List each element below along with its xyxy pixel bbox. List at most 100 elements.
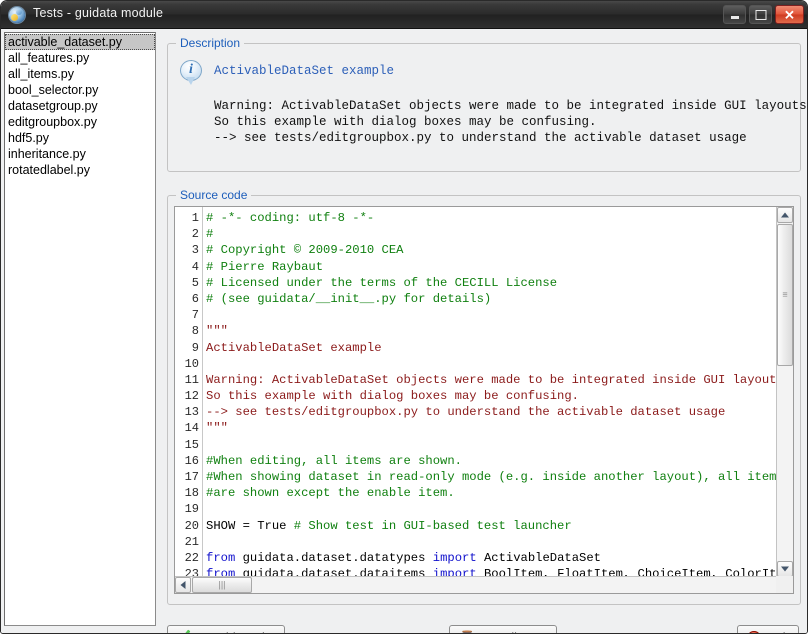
line-number: 20 xyxy=(184,518,199,533)
line-number: 4 xyxy=(191,259,199,274)
minimize-button[interactable] xyxy=(723,5,746,24)
scroll-down-button[interactable] xyxy=(777,561,793,577)
run-all-tests-label: Run all tests xyxy=(478,631,547,634)
code-line: #When showing dataset in read-only mode … xyxy=(206,469,777,485)
line-number: 3 xyxy=(191,243,199,258)
file-list-item[interactable]: all_items.py xyxy=(5,66,155,82)
code-vertical-scrollbar[interactable]: ≡ xyxy=(776,207,793,577)
code-horizontal-scrollbar[interactable]: ||| xyxy=(175,576,777,593)
file-list-item[interactable]: rotatedlabel.py xyxy=(5,162,155,178)
window-client-area: activable_dataset.py all_features.py all_i… xyxy=(1,29,807,633)
file-list-item[interactable]: all_features.py xyxy=(5,50,155,66)
description-content: ActivableDataSet example Warning: Activa… xyxy=(168,44,807,171)
power-icon xyxy=(747,630,762,633)
code-line: So this example with dialog boxes may be… xyxy=(206,388,777,404)
code-line: Warning: ActivableDataSet objects were m… xyxy=(206,372,777,388)
code-token: from xyxy=(206,550,236,565)
code-token: --> see tests/editgroupbox.py to underst… xyxy=(206,405,726,420)
code-token: Warning: ActivableDataSet objects were m… xyxy=(206,372,777,387)
code-line: SHOW = True # Show test in GUI-based tes… xyxy=(206,518,777,534)
code-line: # -*- coding: utf-8 -*- xyxy=(206,210,777,226)
maximize-icon xyxy=(755,9,766,20)
source-code-groupbox: Source code 1 2 3 4 5 6 7 8 9 10 11 12 13 14 15 16 17 18 1… xyxy=(167,188,801,605)
run-this-script-button[interactable]: Run this script xyxy=(167,625,286,634)
chevron-down-icon xyxy=(781,566,789,572)
vertical-scroll-thumb[interactable]: ≡ xyxy=(777,224,793,366)
file-list-item[interactable]: editgroupbox.py xyxy=(5,114,155,130)
code-token: """ xyxy=(206,421,228,436)
quit-button[interactable]: Quit xyxy=(737,625,799,633)
code-token: So this example with dialog boxes may be… xyxy=(206,389,579,404)
line-number: 7 xyxy=(191,308,199,323)
info-icon xyxy=(180,60,202,86)
chevron-up-icon xyxy=(781,212,789,218)
code-token: """ xyxy=(206,324,228,339)
code-line: from guidata.dataset.datatypes import Ac… xyxy=(206,550,777,566)
code-line: ActivableDataSet example xyxy=(206,340,777,356)
scroll-left-button[interactable] xyxy=(175,577,191,593)
line-number: 22 xyxy=(184,550,199,565)
grip-icon: ≡ xyxy=(782,289,788,300)
code-token: # -*- coding: utf-8 -*- xyxy=(206,211,375,225)
grip-icon: ||| xyxy=(218,579,226,590)
line-number: 2 xyxy=(191,227,199,242)
code-token: SHOW = True xyxy=(206,518,294,533)
application-window: Tests - guidata module ✕ activable_datas… xyxy=(0,0,808,634)
code-token: # Licensed under the terms of the CECILL… xyxy=(206,275,558,290)
check-icon xyxy=(177,631,191,634)
maximize-button[interactable] xyxy=(749,5,772,24)
close-button[interactable]: ✕ xyxy=(775,5,804,24)
file-list-item[interactable]: bool_selector.py xyxy=(5,82,155,98)
file-list-item[interactable]: hdf5.py xyxy=(5,130,155,146)
line-number: 17 xyxy=(184,470,199,484)
app-icon xyxy=(9,7,25,23)
right-pane: Description ActivableDataSet example War… xyxy=(159,29,807,633)
code-token: # xyxy=(206,227,214,242)
code-token: # Copyright © 2009-2010 CEA xyxy=(206,243,404,258)
title-bar: Tests - guidata module ✕ xyxy=(1,1,807,29)
code-text[interactable]: # -*- coding: utf-8 -*- # # Copyright © 20… xyxy=(203,207,777,577)
line-number: 11 xyxy=(184,372,199,387)
line-number: 21 xyxy=(184,534,199,549)
source-code-editor[interactable]: 123456789101112131415161718192021222324 … xyxy=(174,206,794,594)
line-number: 19 xyxy=(184,502,199,517)
code-token: #are shown except the enable item. xyxy=(206,486,455,501)
file-list-item[interactable]: inheritance.py xyxy=(5,146,155,162)
code-token: # (see guidata/__init__.py for details) xyxy=(206,291,492,306)
line-number: 10 xyxy=(184,356,199,371)
description-heading: ActivableDataSet example xyxy=(214,64,395,78)
code-token: ActivableDataSet example xyxy=(206,340,382,355)
code-line: # (see guidata/__init__.py for details) xyxy=(206,291,777,307)
code-line: --> see tests/editgroupbox.py to underst… xyxy=(206,404,777,420)
code-line: """ xyxy=(206,323,777,339)
code-token: ActivableDataSet xyxy=(476,550,601,565)
bottom-button-bar: Run this script ⌛ Run all tests Quit xyxy=(159,615,807,634)
line-number: 12 xyxy=(184,389,199,404)
line-number: 8 xyxy=(191,324,199,339)
code-viewport: 123456789101112131415161718192021222324 … xyxy=(175,207,777,577)
line-number: 14 xyxy=(184,421,199,436)
file-list-item[interactable]: activable_dataset.py xyxy=(5,34,155,50)
scroll-up-button[interactable] xyxy=(777,207,793,223)
code-token: # Pierre Raybaut xyxy=(206,259,324,274)
close-icon: ✕ xyxy=(784,7,795,22)
description-body: Warning: ActivableDataSet objects were m… xyxy=(214,99,807,145)
code-line: # Pierre Raybaut xyxy=(206,259,777,275)
line-number: 13 xyxy=(184,405,199,420)
code-token: import xyxy=(432,550,477,565)
line-number: 9 xyxy=(191,340,199,355)
code-line: #are shown except the enable item. xyxy=(206,485,777,501)
test-file-list[interactable]: activable_dataset.py all_features.py all_i… xyxy=(4,32,156,626)
run-all-tests-button[interactable]: ⌛ Run all tests xyxy=(449,625,557,634)
minimize-icon xyxy=(730,15,739,19)
file-list-item[interactable]: datasetgroup.py xyxy=(5,98,155,114)
window-controls: ✕ xyxy=(723,5,804,24)
code-token: guidata.dataset.datatypes xyxy=(235,550,433,565)
code-token: # Show test in GUI-based test launcher xyxy=(293,518,572,533)
horizontal-scroll-thumb[interactable]: ||| xyxy=(192,577,252,593)
code-line: #When editing, all items are shown. xyxy=(206,453,777,469)
